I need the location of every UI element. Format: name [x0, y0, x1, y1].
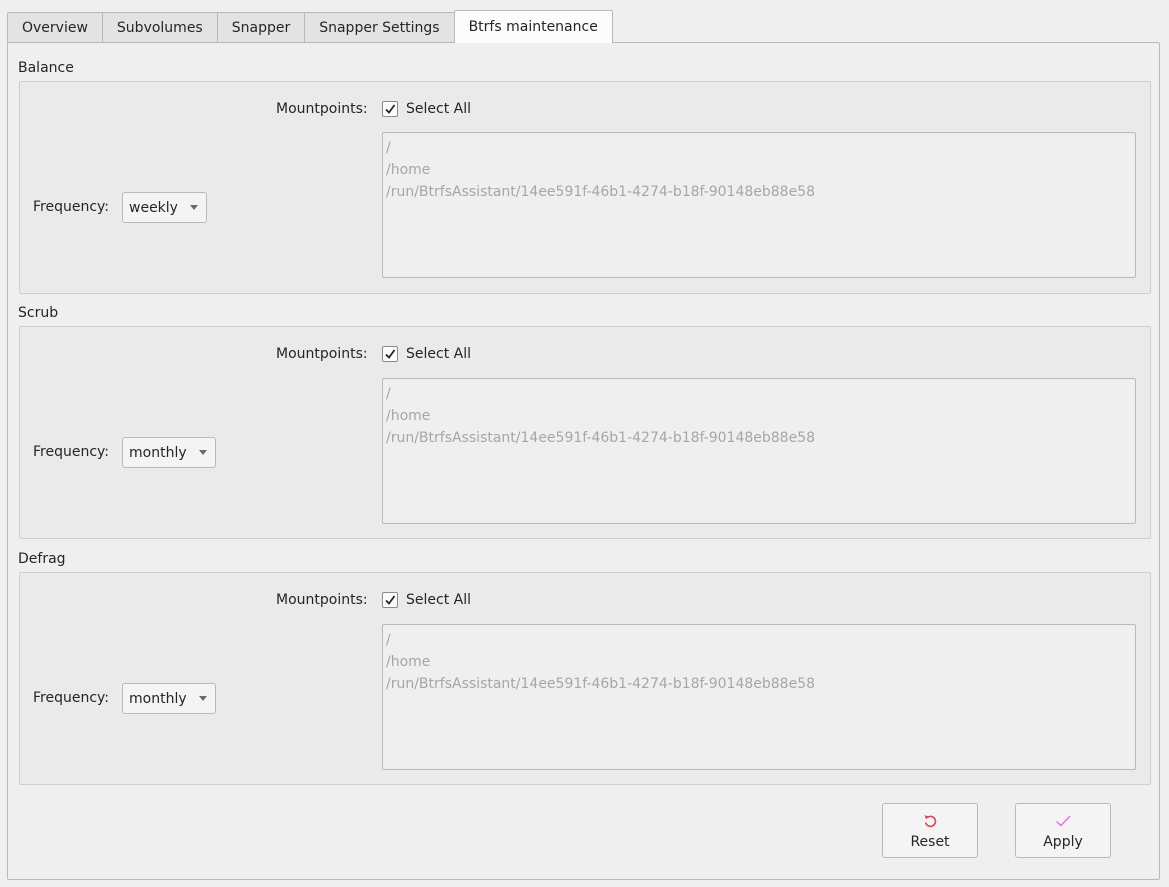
list-item[interactable]: /: [386, 137, 1135, 159]
defrag-mountpoints-label: Mountpoints:: [276, 592, 368, 608]
balance-section-title: Balance: [18, 60, 74, 76]
tab-snapper-settings[interactable]: Snapper Settings: [305, 12, 455, 43]
scrub-section-title: Scrub: [18, 305, 59, 321]
reset-button[interactable]: Reset: [882, 803, 978, 858]
checkmark-icon: [385, 595, 396, 605]
apply-button-label: Apply: [1043, 833, 1083, 850]
apply-button[interactable]: Apply: [1015, 803, 1111, 858]
reset-button-label: Reset: [910, 833, 950, 850]
balance-mountpoints-list[interactable]: / /home /run/BtrfsAssistant/14ee591f-46b…: [382, 132, 1136, 278]
scrub-frequency-value: monthly: [129, 444, 187, 461]
defrag-group: Mountpoints: Select All / /home /run/Btr…: [19, 572, 1151, 785]
list-item[interactable]: /home: [386, 651, 1135, 673]
list-item[interactable]: /run/BtrfsAssistant/14ee591f-46b1-4274-b…: [386, 181, 1135, 203]
scrub-select-all-checkbox[interactable]: [382, 346, 398, 362]
undo-icon: [922, 812, 938, 830]
balance-mountpoints-label: Mountpoints:: [276, 101, 368, 117]
chevron-down-icon: [189, 205, 198, 210]
scrub-mountpoints-label: Mountpoints:: [276, 346, 368, 362]
defrag-frequency-select[interactable]: monthly: [122, 683, 216, 714]
scrub-frequency-label: Frequency:: [33, 444, 110, 460]
checkmark-icon: [385, 104, 396, 114]
balance-group: Mountpoints: Select All / /home /run/Btr…: [19, 81, 1151, 294]
balance-frequency-label: Frequency:: [33, 199, 110, 215]
balance-frequency-value: weekly: [129, 199, 178, 216]
tab-bar: Overview Subvolumes Snapper Snapper Sett…: [7, 10, 613, 43]
scrub-group: Mountpoints: Select All / /home /run/Btr…: [19, 326, 1151, 539]
defrag-select-all-label[interactable]: Select All: [406, 592, 471, 608]
checkmark-icon: [385, 349, 396, 359]
list-item[interactable]: /: [386, 383, 1135, 405]
scrub-select-all-label[interactable]: Select All: [406, 346, 471, 362]
scrub-frequency-select[interactable]: monthly: [122, 437, 216, 468]
tab-btrfs-maintenance[interactable]: Btrfs maintenance: [453, 10, 613, 43]
list-item[interactable]: /run/BtrfsAssistant/14ee591f-46b1-4274-b…: [386, 673, 1135, 695]
tab-snapper[interactable]: Snapper: [217, 12, 306, 43]
balance-frequency-select[interactable]: weekly: [122, 192, 207, 223]
chevron-down-icon: [198, 696, 207, 701]
list-item[interactable]: /run/BtrfsAssistant/14ee591f-46b1-4274-b…: [386, 427, 1135, 449]
chevron-down-icon: [198, 450, 207, 455]
scrub-mountpoints-list[interactable]: / /home /run/BtrfsAssistant/14ee591f-46b…: [382, 378, 1136, 524]
balance-select-all-checkbox[interactable]: [382, 101, 398, 117]
balance-select-all-label[interactable]: Select All: [406, 101, 471, 117]
tab-subvolumes[interactable]: Subvolumes: [102, 12, 218, 43]
defrag-section-title: Defrag: [18, 551, 66, 567]
list-item[interactable]: /home: [386, 405, 1135, 427]
tab-overview[interactable]: Overview: [7, 12, 103, 43]
defrag-frequency-value: monthly: [129, 690, 187, 707]
list-item[interactable]: /home: [386, 159, 1135, 181]
defrag-mountpoints-list[interactable]: / /home /run/BtrfsAssistant/14ee591f-46b…: [382, 624, 1136, 770]
defrag-select-all-checkbox[interactable]: [382, 592, 398, 608]
defrag-frequency-label: Frequency:: [33, 690, 110, 706]
checkmark-icon: [1054, 812, 1072, 830]
list-item[interactable]: /: [386, 629, 1135, 651]
